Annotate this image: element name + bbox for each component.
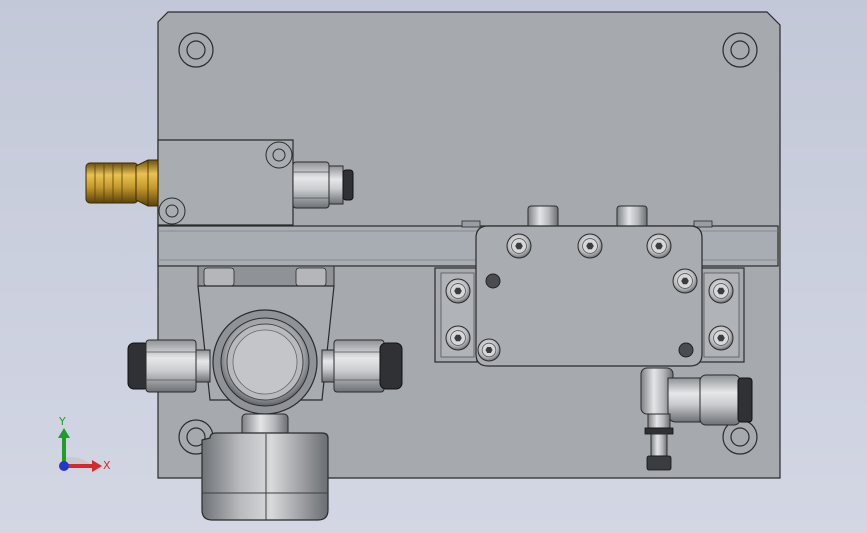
rail-stud-right (616, 205, 648, 229)
y-axis-label: Y (58, 415, 66, 428)
cad-viewport[interactable]: Y X (0, 0, 867, 533)
socket-head-screw (445, 278, 471, 304)
regulator-fitting-right (321, 339, 403, 393)
socket-head-screw (646, 233, 672, 259)
socket-head-screw (477, 338, 501, 362)
rail-tab-small-right (693, 220, 713, 228)
mounting-hole-top-right (722, 32, 758, 68)
socket-head-screw (708, 325, 734, 351)
slide-block-hole (485, 273, 501, 289)
socket-head-screw (577, 233, 603, 259)
rail-tab-small-left (461, 220, 481, 228)
z-axis-point (59, 461, 69, 471)
socket-head-screw (506, 233, 532, 259)
mounting-hole-top-left (178, 32, 214, 68)
x-axis-arrow (92, 460, 102, 472)
rail-stud-left (527, 205, 559, 229)
valve-block-screw-top (265, 141, 293, 169)
slide-block-hole (678, 342, 694, 358)
socket-head-screw (708, 278, 734, 304)
brass-muffler-fitting (85, 159, 159, 207)
y-axis-arrow (58, 428, 70, 438)
coordinate-triad: Y X (58, 415, 111, 472)
valve-block-screw-bottom (158, 197, 186, 225)
regulator-knob (201, 432, 329, 521)
socket-head-screw (445, 325, 471, 351)
socket-head-screw (672, 268, 698, 294)
pressure-gauge-dial (212, 309, 318, 415)
x-axis-label: X (103, 459, 111, 472)
